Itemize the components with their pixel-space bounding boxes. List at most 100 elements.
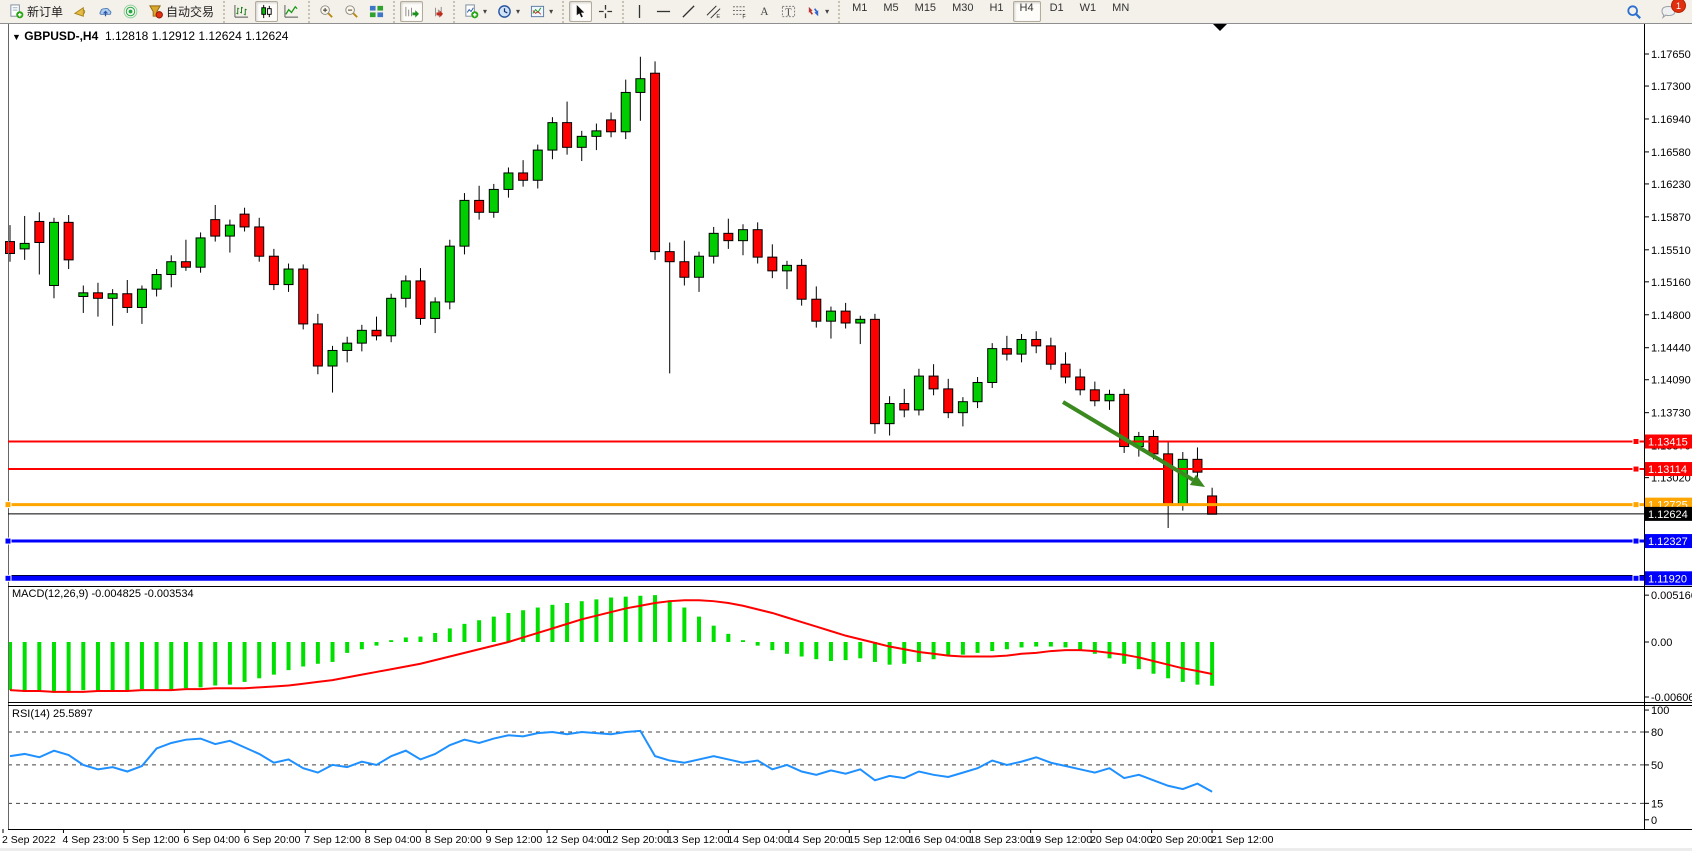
symbol-dropdown-icon[interactable]: ▼ [12,32,21,42]
horn-button[interactable] [69,1,92,22]
tile-windows-button[interactable] [365,1,388,22]
candle [973,382,982,401]
indicators-caret-icon: ▾ [483,7,487,16]
hline-anchor[interactable] [5,502,11,508]
timeframe-button-m30[interactable]: M30 [945,1,980,22]
date-label: 4 Sep 23:00 [62,834,119,846]
candle [431,302,440,318]
candle [870,319,879,423]
arrows-button[interactable]: ▾ [802,1,833,22]
chart-title[interactable]: ▼ GBPUSD-,H4 1.12818 1.12912 1.12624 1.1… [12,29,288,43]
date-label: 9 Sep 12:00 [486,834,543,846]
new-order-button[interactable]: 新订单 [5,1,67,22]
main-toolbar: 新订单 自动交易 [0,0,1692,24]
macd-indicator-label: MACD(12,26,9) -0.004825 -0.003534 [12,588,194,600]
timeframe-button-h1[interactable]: H1 [982,1,1010,22]
crosshair-button[interactable] [594,1,617,22]
candle [826,311,835,321]
hline-anchor[interactable] [1633,502,1639,508]
candle [313,324,322,366]
auto-scroll-button[interactable] [400,1,423,22]
rsi-axis-label: 50 [1651,760,1663,772]
macd-axis-label: 0.00 [1651,637,1672,649]
signal-button[interactable] [119,1,142,22]
timeframe-button-m5[interactable]: M5 [876,1,905,22]
timeframe-button-m1[interactable]: M1 [845,1,874,22]
date-label: 14 Sep 20:00 [788,834,851,846]
candle [35,221,44,242]
candle [1046,346,1055,364]
zoom-in-button[interactable] [315,1,338,22]
toolbar-group-zoom [308,1,393,23]
candle [856,319,865,323]
search-icon [1626,4,1642,20]
candle [299,269,308,324]
svg-text:E: E [716,14,720,19]
price-tick-label: 1.15160 [1651,277,1691,289]
vertical-line-button[interactable] [629,1,650,22]
fibonacci-button[interactable]: F [728,1,752,22]
timeframe-button-d1[interactable]: D1 [1043,1,1071,22]
trendline-button[interactable] [677,1,700,22]
date-label: 16 Sep 04:00 [909,834,972,846]
candle [152,275,161,290]
autotrade-button[interactable]: 自动交易 [144,1,218,22]
candlestick-chart-button[interactable] [255,1,278,22]
date-label: 6 Sep 20:00 [244,834,301,846]
date-label: 14 Sep 04:00 [727,834,790,846]
candle [475,200,484,212]
candle [1105,394,1114,400]
candle [929,376,938,389]
candle [636,79,645,93]
timeframe-button-mn[interactable]: MN [1105,1,1136,22]
publish-button[interactable] [94,1,117,22]
toolbar-group-cursor [562,1,622,23]
date-label: 8 Sep 20:00 [425,834,482,846]
chart-shift-button[interactable] [425,1,448,22]
toolbar-group-objects: ▾ ▾ ▾ [453,1,562,23]
text-button[interactable]: A [754,1,775,22]
chart-shift-marker-icon[interactable] [1213,24,1227,31]
candle [196,238,205,267]
indicators-button[interactable]: ▾ [460,1,491,22]
line-chart-button[interactable] [280,1,303,22]
fibonacci-icon: F [732,4,748,19]
candle [797,265,806,299]
candle [137,289,146,307]
price-tick-label: 1.14440 [1651,343,1691,355]
text-label-button[interactable]: T [777,1,800,22]
hline-anchor[interactable] [1633,466,1639,472]
price-tick-label: 1.16940 [1651,114,1691,126]
price-tick-label: 1.16580 [1651,147,1691,159]
hline-anchor[interactable] [5,575,11,581]
search-button[interactable] [1622,1,1646,22]
hline-anchor[interactable] [1633,439,1639,445]
bar-chart-button[interactable] [230,1,253,22]
hline-anchor[interactable] [1633,575,1639,581]
price-tick-label: 1.14090 [1651,375,1691,387]
timeframe-button-m15[interactable]: M15 [908,1,943,22]
hline-anchor[interactable] [1633,538,1639,544]
candle [489,189,498,212]
timeframe-button-w1[interactable]: W1 [1073,1,1104,22]
horizontal-line-button[interactable] [652,1,675,22]
candle [753,230,762,257]
date-label: 21 Sep 12:00 [1211,834,1274,846]
candle [607,120,616,132]
periods-button[interactable]: ▾ [493,1,524,22]
notifications-button[interactable]: 1 [1656,1,1681,22]
candle [445,246,454,302]
timeframe-button-h4[interactable]: H4 [1013,1,1041,22]
templates-button[interactable]: ▾ [526,1,557,22]
price-tick-label: 1.13730 [1651,408,1691,420]
candle [343,343,352,350]
candle [1090,390,1099,401]
price-badge-label: 1.12327 [1648,536,1688,548]
hline-anchor[interactable] [5,538,11,544]
zoom-out-button[interactable] [340,1,363,22]
candle [284,269,293,285]
candle [709,233,718,256]
channel-button[interactable]: E [702,1,726,22]
cursor-button[interactable] [569,1,592,22]
price-badge-label: 1.13114 [1648,464,1687,476]
